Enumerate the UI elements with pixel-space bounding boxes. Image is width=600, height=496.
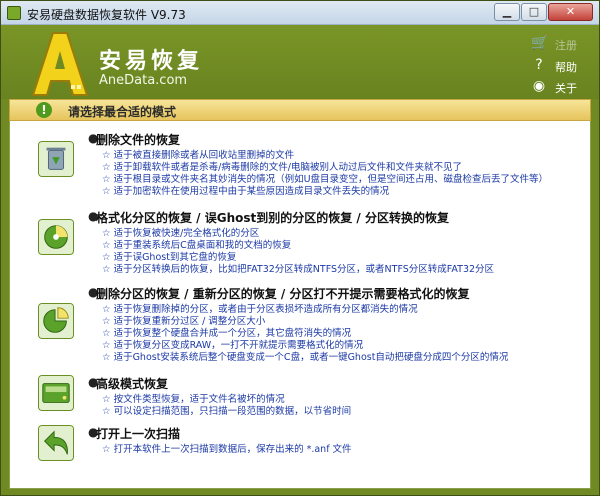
app-icon [7,6,21,20]
back-arrow-icon [38,425,74,461]
brand-header: 安易恢复 AneData.com [1,25,599,99]
option-desc-line: ☆ 适于Ghost安装系统后整个硬盘变成一个C盘，或者一键Ghost自动把硬盘分… [102,352,509,363]
option-desc-line: ☆ 适于加密软件在使用过程中由于某些原因造成目录文件丢失的情况 [102,186,390,197]
option-title: 删除文件的恢复 [96,133,181,147]
anedata-logo-icon [31,32,89,96]
minimize-button[interactable]: ▁ [494,3,520,21]
about-link[interactable]: ◉ 关于 [531,78,599,96]
section-title: 请选择最合适的模式 [68,105,177,119]
option-desc-line: ☆ 打开本软件上一次扫描到数据后，保存出来的 *.anf 文件 [102,444,352,455]
mode-section-header: ! 请选择最合适的模式 [9,99,591,121]
option-desc-line: ☆ 可以设定扫描范围，只扫描一段范围的数据，以节省时间 [102,406,352,417]
exclamation-icon: ! [36,102,52,118]
help-icon: ? [535,57,543,73]
option-partition-recovery[interactable]: ● 删除分区的恢复 / 重新分区的恢复 / 分区打不开提示需要格式化的恢复 ☆ … [10,281,590,367]
title-bar[interactable]: 安易硬盘数据恢复软件 V9.73 ▁ □ ✕ [1,1,599,25]
option-desc-line: ☆ 适于分区转换后的恢复，比如把FAT32分区转成NTFS分区，或者NTFS分区… [102,264,495,275]
window-title: 安易硬盘数据恢复软件 V9.73 [27,8,186,22]
help-label: 帮助 [555,61,577,74]
option-title: 高级模式恢复 [96,377,169,391]
brand-name-cn: 安易恢复 [99,49,204,74]
register-link[interactable]: 🛒 注册 [531,35,599,53]
brand-name-en: AneData.com [99,73,188,88]
recycle-bin-icon [38,141,74,177]
app-window: 安易硬盘数据恢复软件 V9.73 ▁ □ ✕ 安易恢复 AneData.com … [0,0,600,496]
format-disk-icon [38,219,74,255]
about-icon: ◉ [532,78,546,94]
option-advanced-recovery[interactable]: ● 高级模式恢复 ☆ 按文件类型恢复，适于文件名被坏的情况 ☆ 可以设定扫描范围… [10,371,590,419]
option-format-recovery[interactable]: ● 格式化分区的恢复 / 误Ghost到别的分区的恢复 / 分区转换的恢复 ☆ … [10,205,590,279]
option-title: 格式化分区的恢复 / 误Ghost到别的分区的恢复 / 分区转换的恢复 [96,211,449,225]
option-open-last-scan[interactable]: ● 打开上一次扫描 ☆ 打开本软件上一次扫描到数据后，保存出来的 *.anf 文… [10,421,590,471]
about-label: 关于 [555,82,577,95]
hard-drive-icon [38,375,74,411]
mode-list: ● 删除文件的恢复 ☆ 适于被直接删除或者从回收站里删掉的文件 ☆ 适于卸载软件… [9,121,591,489]
option-delete-file-recovery[interactable]: ● 删除文件的恢复 ☆ 适于被直接删除或者从回收站里删掉的文件 ☆ 适于卸载软件… [10,127,590,201]
option-title: 打开上一次扫描 [96,427,181,441]
close-button[interactable]: ✕ [548,3,593,21]
partition-pie-icon [38,303,74,339]
cart-icon: 🛒 [531,35,549,51]
register-label: 注册 [555,39,577,52]
maximize-button[interactable]: □ [521,3,547,21]
option-title: 删除分区的恢复 / 重新分区的恢复 / 分区打不开提示需要格式化的恢复 [96,287,470,301]
help-link[interactable]: ? 帮助 [531,57,599,75]
